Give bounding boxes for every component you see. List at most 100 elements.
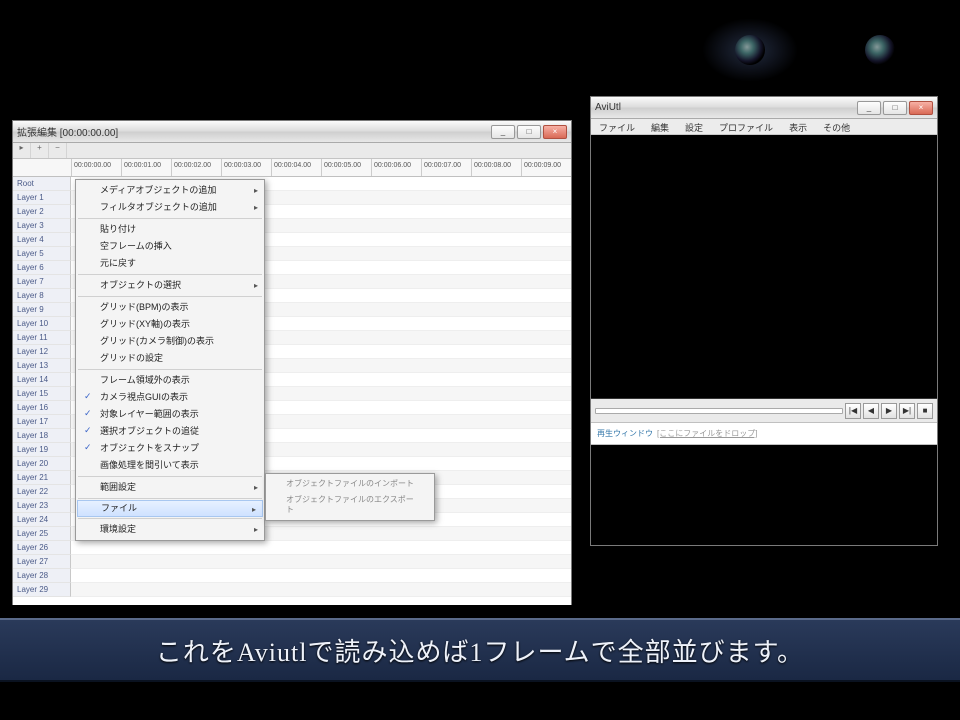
menu-item[interactable]: グリッド(XY軸)の表示 xyxy=(76,316,264,333)
menu-item[interactable]: 環境設定 xyxy=(76,521,264,538)
layer-label[interactable]: Layer 16 xyxy=(13,401,71,415)
menu-表示[interactable]: 表示 xyxy=(781,119,815,134)
layer-label[interactable]: Layer 4 xyxy=(13,233,71,247)
menu-item[interactable]: 画像処理を間引いて表示 xyxy=(76,457,264,474)
tool-button[interactable]: + xyxy=(31,143,49,158)
ruler-tick: 00:00:01.00 xyxy=(121,159,171,176)
menu-item[interactable]: オブジェクトの選択 xyxy=(76,277,264,294)
track-row[interactable] xyxy=(71,555,571,569)
seek-slider[interactable] xyxy=(595,408,843,414)
menu-item[interactable]: ファイル xyxy=(77,500,263,517)
layer-label[interactable]: Root xyxy=(13,177,71,191)
maximize-button[interactable]: □ xyxy=(883,101,907,115)
layer-label[interactable]: Layer 21 xyxy=(13,471,71,485)
layer-label[interactable]: Layer 6 xyxy=(13,261,71,275)
layer-label[interactable]: Layer 5 xyxy=(13,247,71,261)
menu-設定[interactable]: 設定 xyxy=(677,119,711,134)
menu-item[interactable]: 空フレームの挿入 xyxy=(76,238,264,255)
menu-item[interactable]: カメラ視点GUIの表示 xyxy=(76,389,264,406)
layer-label[interactable]: Layer 7 xyxy=(13,275,71,289)
tool-button[interactable]: − xyxy=(49,143,67,158)
menu-プロファイル[interactable]: プロファイル xyxy=(711,119,781,134)
track-row[interactable] xyxy=(71,583,571,597)
menu-item[interactable]: メディアオブジェクトの追加 xyxy=(76,182,264,199)
layer-label[interactable]: Layer 23 xyxy=(13,499,71,513)
layer-label[interactable]: Layer 3 xyxy=(13,219,71,233)
close-button[interactable]: × xyxy=(543,125,567,139)
layer-label[interactable]: Layer 25 xyxy=(13,527,71,541)
layer-label[interactable]: Layer 19 xyxy=(13,443,71,457)
stop-button[interactable]: ■ xyxy=(917,403,933,419)
drop-zone[interactable]: 再生ウィンドウ [ここにファイルをドロップ] xyxy=(591,423,937,445)
menu-item[interactable]: フレーム領域外の表示 xyxy=(76,372,264,389)
menu-item[interactable]: 元に戻す xyxy=(76,255,264,272)
menu-item[interactable]: グリッドの設定 xyxy=(76,350,264,367)
menu-その他[interactable]: その他 xyxy=(815,119,858,134)
maximize-button[interactable]: □ xyxy=(517,125,541,139)
layer-label[interactable]: Layer 20 xyxy=(13,457,71,471)
menu-item[interactable]: グリッド(カメラ制御)の表示 xyxy=(76,333,264,350)
minimize-button[interactable]: _ xyxy=(491,125,515,139)
layer-label[interactable]: Layer 29 xyxy=(13,583,71,597)
layer-label[interactable]: Layer 18 xyxy=(13,429,71,443)
timeline-ruler[interactable]: 00:00:00.0000:00:01.0000:00:02.00 00:00:0… xyxy=(13,159,571,177)
ruler-tick: 00:00:04.00 xyxy=(271,159,321,176)
layer-label[interactable]: Layer 24 xyxy=(13,513,71,527)
menu-ファイル[interactable]: ファイル xyxy=(591,119,643,134)
submenu-item[interactable]: オブジェクトファイルのインポート xyxy=(266,476,434,492)
preview-title: AviUtl xyxy=(595,102,857,113)
tool-button[interactable]: ▸ xyxy=(13,143,31,158)
layer-label[interactable]: Layer 9 xyxy=(13,303,71,317)
layer-label[interactable]: Layer 11 xyxy=(13,331,71,345)
menu-item[interactable]: 選択オブジェクトの追従 xyxy=(76,423,264,440)
rewind-button[interactable]: ◀ xyxy=(863,403,879,419)
preview-menubar: ファイル編集設定プロファイル表示その他 xyxy=(591,119,937,135)
menu-編集[interactable]: 編集 xyxy=(643,119,677,134)
minimize-button[interactable]: _ xyxy=(857,101,881,115)
layer-label[interactable]: Layer 22 xyxy=(13,485,71,499)
window-buttons: _ □ × xyxy=(491,125,567,139)
layer-label[interactable]: Layer 1 xyxy=(13,191,71,205)
preview-viewport xyxy=(591,135,937,399)
menu-item[interactable]: 範囲設定 xyxy=(76,479,264,496)
preview-titlebar[interactable]: AviUtl _ □ × xyxy=(591,97,937,119)
layer-label[interactable]: Layer 14 xyxy=(13,373,71,387)
layer-label[interactable]: Layer 12 xyxy=(13,345,71,359)
menu-item[interactable]: 貼り付け xyxy=(76,221,264,238)
layer-label[interactable]: Layer 15 xyxy=(13,387,71,401)
context-submenu: オブジェクトファイルのインポートオブジェクトファイルのエクスポート xyxy=(265,473,435,521)
submenu-item[interactable]: オブジェクトファイルのエクスポート xyxy=(266,492,434,518)
next-frame-button[interactable]: ▶| xyxy=(899,403,915,419)
prev-frame-button[interactable]: |◀ xyxy=(845,403,861,419)
layer-label[interactable]: Layer 26 xyxy=(13,541,71,555)
timeline-window: 拡張編集 [00:00:00.00] _ □ × ▸ + − 00:00:00.… xyxy=(12,120,572,605)
layer-label[interactable]: Layer 10 xyxy=(13,317,71,331)
ruler-tick: 00:00:02.00 xyxy=(171,159,221,176)
menu-item[interactable]: オブジェクトをスナップ xyxy=(76,440,264,457)
context-menu: メディアオブジェクトの追加フィルタオブジェクトの追加貼り付け空フレームの挿入元に… xyxy=(75,179,265,541)
layer-label[interactable]: Layer 17 xyxy=(13,415,71,429)
timeline-title: 拡張編集 [00:00:00.00] xyxy=(17,124,491,139)
menu-item[interactable]: フィルタオブジェクトの追加 xyxy=(76,199,264,216)
ruler-tick: 00:00:05.00 xyxy=(321,159,371,176)
ruler-tick: 00:00:06.00 xyxy=(371,159,421,176)
timeline-titlebar[interactable]: 拡張編集 [00:00:00.00] _ □ × xyxy=(13,121,571,143)
play-button[interactable]: ▶ xyxy=(881,403,897,419)
menu-item[interactable]: グリッド(BPM)の表示 xyxy=(76,299,264,316)
ruler-tick: 00:00:00.00 xyxy=(71,159,121,176)
layer-label[interactable]: Layer 2 xyxy=(13,205,71,219)
ruler-tick: 00:00:07.00 xyxy=(421,159,471,176)
layer-label[interactable]: Layer 28 xyxy=(13,569,71,583)
layer-column: RootLayer 1Layer 2Layer 3Layer 4Layer 5L… xyxy=(13,177,71,597)
layer-label[interactable]: Layer 27 xyxy=(13,555,71,569)
close-button[interactable]: × xyxy=(909,101,933,115)
layer-label[interactable]: Layer 13 xyxy=(13,359,71,373)
window-buttons: _ □ × xyxy=(857,101,933,115)
drop-label: 再生ウィンドウ xyxy=(597,428,653,439)
track-row[interactable] xyxy=(71,569,571,583)
preview-lower-area xyxy=(591,445,937,545)
layer-label[interactable]: Layer 8 xyxy=(13,289,71,303)
menu-item[interactable]: 対象レイヤー範囲の表示 xyxy=(76,406,264,423)
track-row[interactable] xyxy=(71,541,571,555)
playback-controls: |◀ ◀ ▶ ▶| ■ xyxy=(591,399,937,423)
